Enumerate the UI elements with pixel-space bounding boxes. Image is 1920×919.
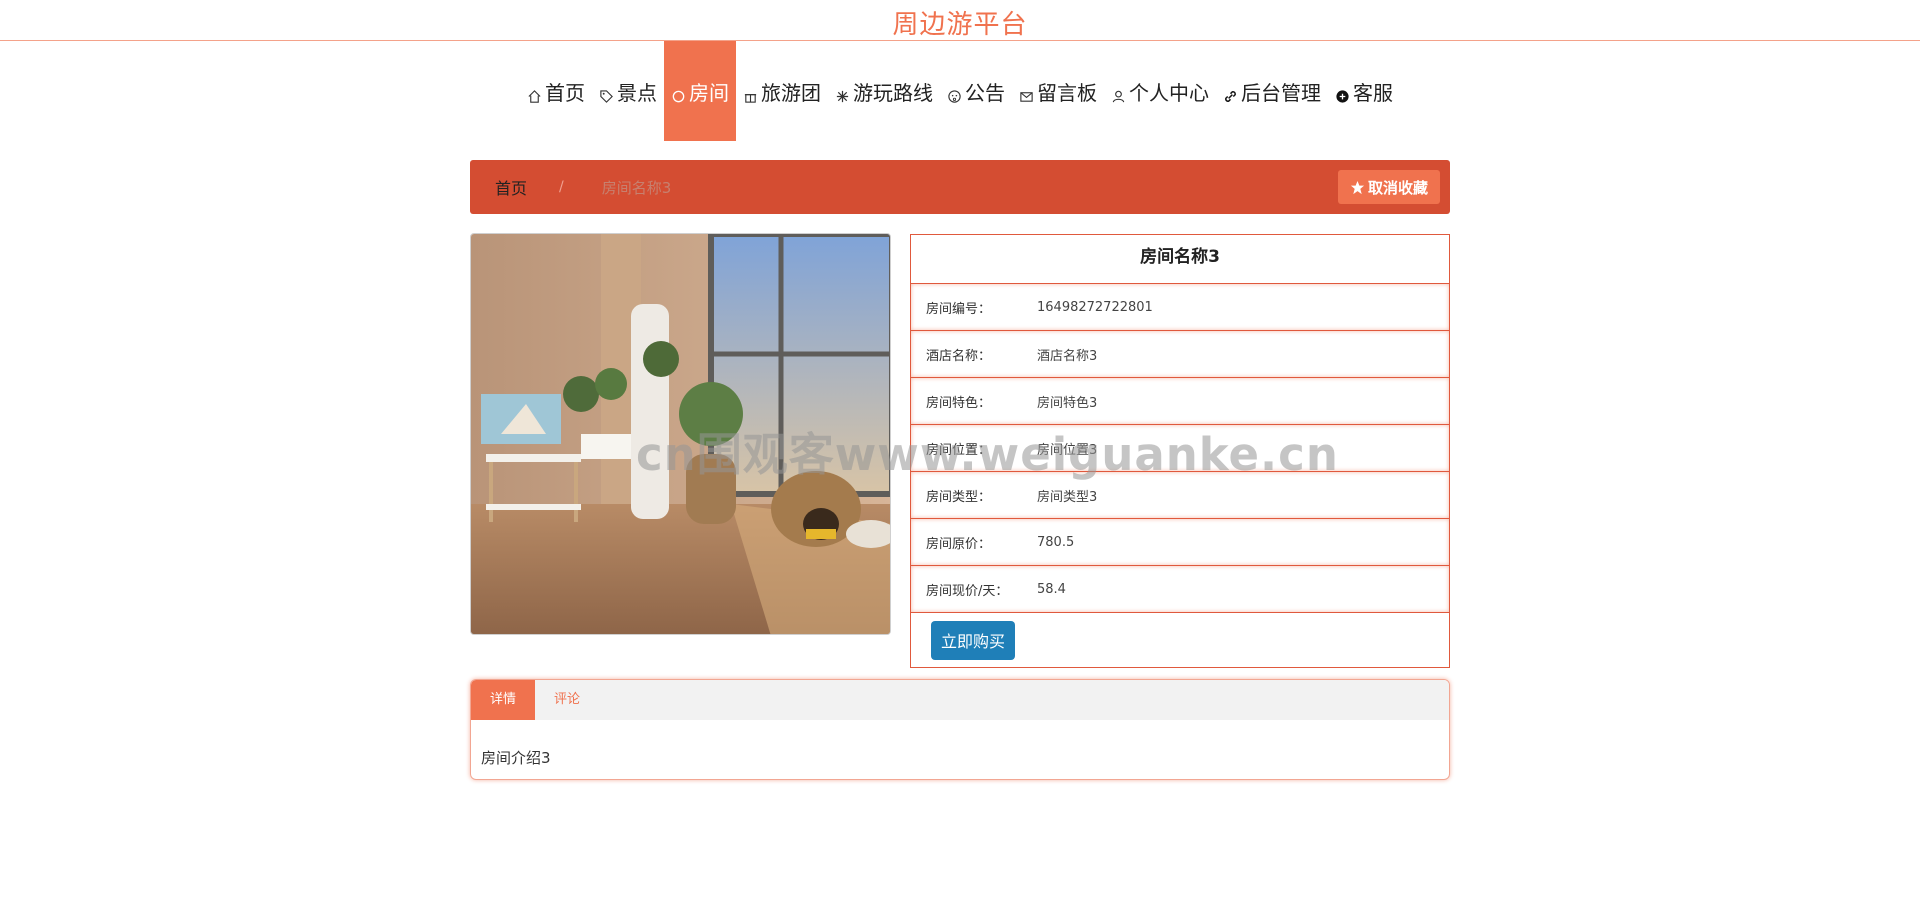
main-nav: 首页 景点 房间 旅游团 游玩路线 公告 留言板 个人中心 后台管理 客服 (0, 41, 1920, 141)
field-value: 58.4 (1037, 581, 1066, 597)
field-label: 房间现价/天： (926, 583, 1009, 599)
unfavorite-label: 取消收藏 (1367, 178, 1428, 197)
room-description: 房间介绍3 (481, 749, 551, 767)
field-value: 房间特色3 (1037, 395, 1098, 411)
nav-item-admin[interactable]: 后台管理 (1216, 41, 1328, 141)
nav-label: 公告 (965, 80, 1005, 105)
info-row-room-number: 房间编号： 16498272722801 (911, 284, 1449, 331)
field-label: 房间原价： (926, 536, 992, 552)
field-label: 房间位置： (926, 442, 992, 458)
info-row-original-price: 房间原价： 780.5 (911, 519, 1449, 566)
nav-item-rooms[interactable]: 房间 (664, 41, 736, 141)
tab-details[interactable]: 详情 (471, 680, 535, 720)
nav-label: 旅游团 (761, 80, 821, 105)
nav-item-routes[interactable]: 游玩路线 (828, 41, 940, 141)
buy-now-button[interactable]: 立即购买 (931, 620, 1016, 660)
nav-label: 客服 (1353, 80, 1393, 105)
buy-row: 立即购买 (911, 613, 1449, 667)
tab-strip: 详情 评论 (471, 680, 1449, 720)
mail-icon (1019, 83, 1035, 102)
nav-label: 首页 (545, 80, 585, 105)
nav-label: 房间 (689, 80, 729, 105)
field-label: 房间类型： (926, 489, 992, 505)
nav-label: 留言板 (1037, 80, 1097, 105)
info-row-current-price: 房间现价/天： 58.4 (911, 566, 1449, 613)
gift-icon (743, 83, 759, 103)
home-icon (527, 83, 543, 103)
nav-label: 个人中心 (1129, 80, 1209, 105)
face-icon (947, 83, 963, 103)
nav-item-notices[interactable]: 公告 (940, 41, 1012, 141)
unfavorite-button[interactable]: 取消收藏 (1337, 170, 1440, 204)
room-info-panel: 房间名称3 房间编号： 16498272722801 酒店名称： 酒店名称3 房… (910, 234, 1450, 668)
info-row-room-feature: 房间特色： 房间特色3 (911, 378, 1449, 425)
field-value: 房间位置3 (1037, 442, 1098, 458)
field-label: 房间编号： (926, 301, 992, 317)
field-value: 酒店名称3 (1037, 348, 1098, 364)
snowflake-icon (835, 83, 851, 103)
field-value: 房间类型3 (1037, 489, 1098, 505)
info-row-hotel-name: 酒店名称： 酒店名称3 (911, 331, 1449, 378)
tab-comments[interactable]: 评论 (535, 680, 599, 720)
breadcrumb: 首页 / 房间名称3 取消收藏 (470, 160, 1450, 214)
room-title: 房间名称3 (911, 235, 1449, 284)
breadcrumb-home[interactable]: 首页 (495, 175, 527, 199)
breadcrumb-current: 房间名称3 (601, 178, 672, 197)
info-row-room-location: 房间位置： 房间位置3 (911, 425, 1449, 472)
nav-label: 游玩路线 (853, 80, 933, 105)
tag-icon (599, 83, 615, 103)
site-title: 周边游平台 (892, 10, 1028, 40)
star-icon (1350, 180, 1365, 194)
nav-item-guestbook[interactable]: 留言板 (1012, 41, 1104, 141)
room-interior-image (471, 234, 890, 634)
field-label: 房间特色： (926, 395, 992, 411)
field-value: 780.5 (1037, 534, 1075, 550)
nav-item-home[interactable]: 首页 (520, 41, 592, 141)
nav-label: 后台管理 (1241, 80, 1321, 105)
nav-label: 景点 (617, 80, 657, 105)
nav-item-service[interactable]: 客服 (1328, 41, 1400, 141)
info-row-room-type: 房间类型： 房间类型3 (911, 472, 1449, 519)
user-icon (1111, 83, 1127, 103)
link-icon (1223, 83, 1239, 102)
detail-tabs: 详情 评论 房间介绍3 (470, 679, 1450, 780)
field-label: 酒店名称： (926, 348, 992, 364)
field-value: 16498272722801 (1037, 299, 1153, 315)
nav-item-tours[interactable]: 旅游团 (736, 41, 828, 141)
room-photo (470, 233, 891, 635)
nav-item-attractions[interactable]: 景点 (592, 41, 664, 141)
site-header: 周边游平台 (0, 0, 1920, 41)
chat-icon (1335, 83, 1351, 103)
circle-icon (671, 83, 687, 103)
nav-item-profile[interactable]: 个人中心 (1104, 41, 1216, 141)
breadcrumb-separator: / (559, 179, 564, 195)
